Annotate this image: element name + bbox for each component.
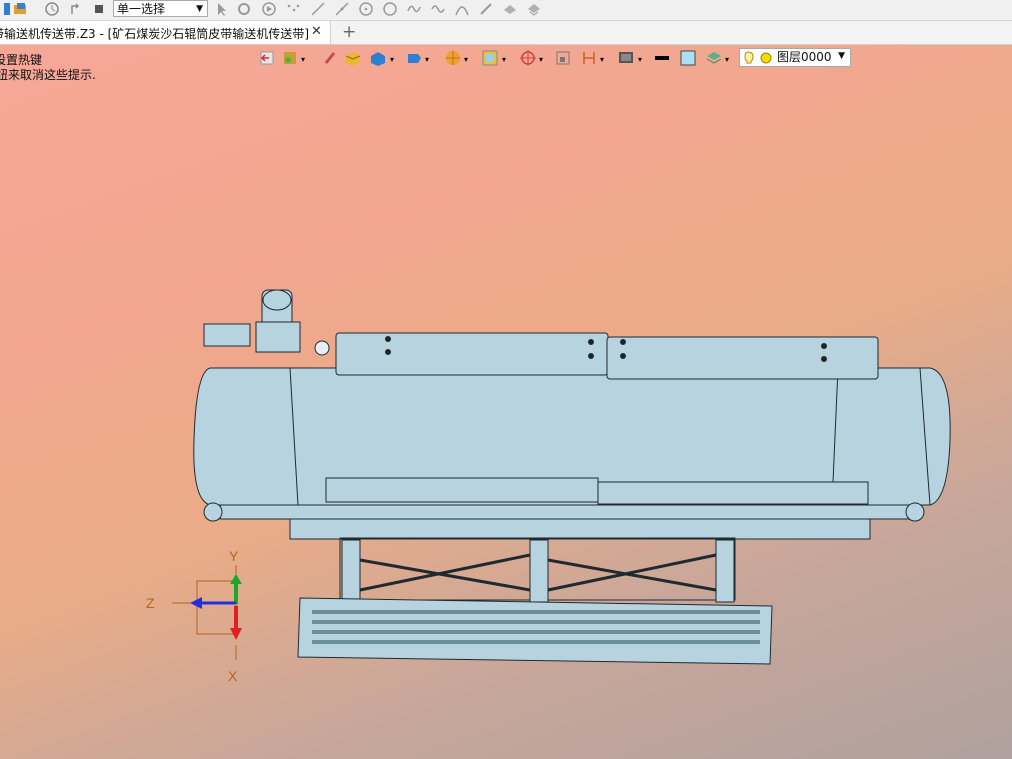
line-icon[interactable] [310, 1, 326, 17]
svg-text:▾: ▾ [464, 55, 468, 64]
svg-text:▾: ▾ [600, 55, 604, 64]
svg-text:▾: ▾ [502, 55, 506, 64]
play-icon[interactable] [261, 1, 277, 17]
pointer-icon[interactable] [214, 1, 230, 17]
curve-icon[interactable] [430, 1, 446, 17]
document-tab[interactable]: 带输送机传送带.Z3 - [矿石煤炭沙石辊筒皮带输送机传送带] ✕ [0, 21, 331, 44]
view-frame-icon[interactable]: ▾ [482, 50, 506, 66]
layer-select[interactable]: 图层0000 ▼ [739, 48, 851, 67]
surface-drape-icon[interactable] [526, 1, 542, 17]
arc-icon[interactable] [454, 1, 470, 17]
line-segment-icon[interactable] [334, 1, 350, 17]
layer-name: 图层0000 [777, 50, 832, 64]
spline-icon[interactable] [406, 1, 422, 17]
undo-icon[interactable] [44, 1, 60, 17]
eraser-icon[interactable] [324, 52, 336, 64]
exit-icon[interactable] [260, 51, 274, 65]
layer-stack-icon[interactable]: ▾ [706, 52, 729, 64]
svg-text:▾: ▾ [539, 55, 543, 64]
layer-status-icon [744, 51, 772, 64]
circle-icon[interactable] [382, 1, 398, 17]
axis-x-label: X [228, 668, 238, 684]
display-icon[interactable]: ▾ [619, 52, 642, 64]
axis-z-label: Z [146, 595, 155, 611]
pen-icon[interactable] [478, 1, 494, 17]
line-color-icon[interactable] [655, 56, 669, 60]
svg-text:▾: ▾ [638, 55, 642, 64]
cube-blue-icon[interactable]: ▾ [371, 52, 394, 66]
svg-text:▾: ▾ [725, 55, 729, 64]
top-toolbar: 单一选择 ▼ [0, 0, 1012, 21]
axis-triad: Y Z X [146, 548, 242, 684]
face-color-icon[interactable] [680, 50, 696, 66]
circle-center-icon[interactable] [358, 1, 374, 17]
close-icon[interactable]: ✕ [311, 24, 322, 39]
svg-text:▾: ▾ [301, 55, 305, 64]
point-icon[interactable] [285, 1, 301, 17]
open-file-icon[interactable] [12, 1, 28, 17]
shaded-view-icon[interactable]: ▾ [408, 54, 429, 64]
axis-y-label: Y [229, 548, 239, 564]
selection-mode-value: 单一选择 [117, 2, 166, 16]
fit-view-icon[interactable] [556, 51, 570, 65]
viewport: Y Z X [146, 289, 951, 684]
document-tab-bar: 带输送机传送带.Z3 - [矿石煤炭沙石辊筒皮带输送机传送带] ✕ + [0, 21, 1012, 45]
svg-text:▾: ▾ [390, 55, 394, 64]
paint-icon[interactable]: ▾ [284, 52, 305, 64]
view-toolbar: ▾ ▾ ▾ ▾ ▾ ▾ ▾ ▾ ▾ [258, 48, 738, 68]
redo-icon[interactable] [68, 1, 84, 17]
conveyor-model[interactable] [193, 289, 951, 665]
stop-icon[interactable] [91, 1, 107, 17]
measure-icon[interactable]: ▾ [583, 52, 604, 64]
document-tab-title: 带输送机传送带.Z3 - [矿石煤炭沙石辊筒皮带输送机传送带] [0, 27, 309, 41]
hint-line-2: 纽来取消这些提示. [0, 68, 96, 82]
chevron-down-icon: ▼ [838, 51, 845, 61]
svg-text:▾: ▾ [425, 55, 429, 64]
section-icon[interactable]: ▾ [446, 51, 468, 65]
surface-icon[interactable] [502, 1, 518, 17]
chevron-down-icon: ▼ [196, 4, 203, 14]
cube-yellow-icon[interactable] [345, 52, 361, 66]
add-tab-icon[interactable]: + [342, 22, 356, 42]
pick-filter-icon[interactable] [236, 1, 252, 17]
selection-mode-select[interactable]: 单一选择 ▼ [113, 0, 208, 17]
target-icon[interactable]: ▾ [520, 50, 543, 66]
